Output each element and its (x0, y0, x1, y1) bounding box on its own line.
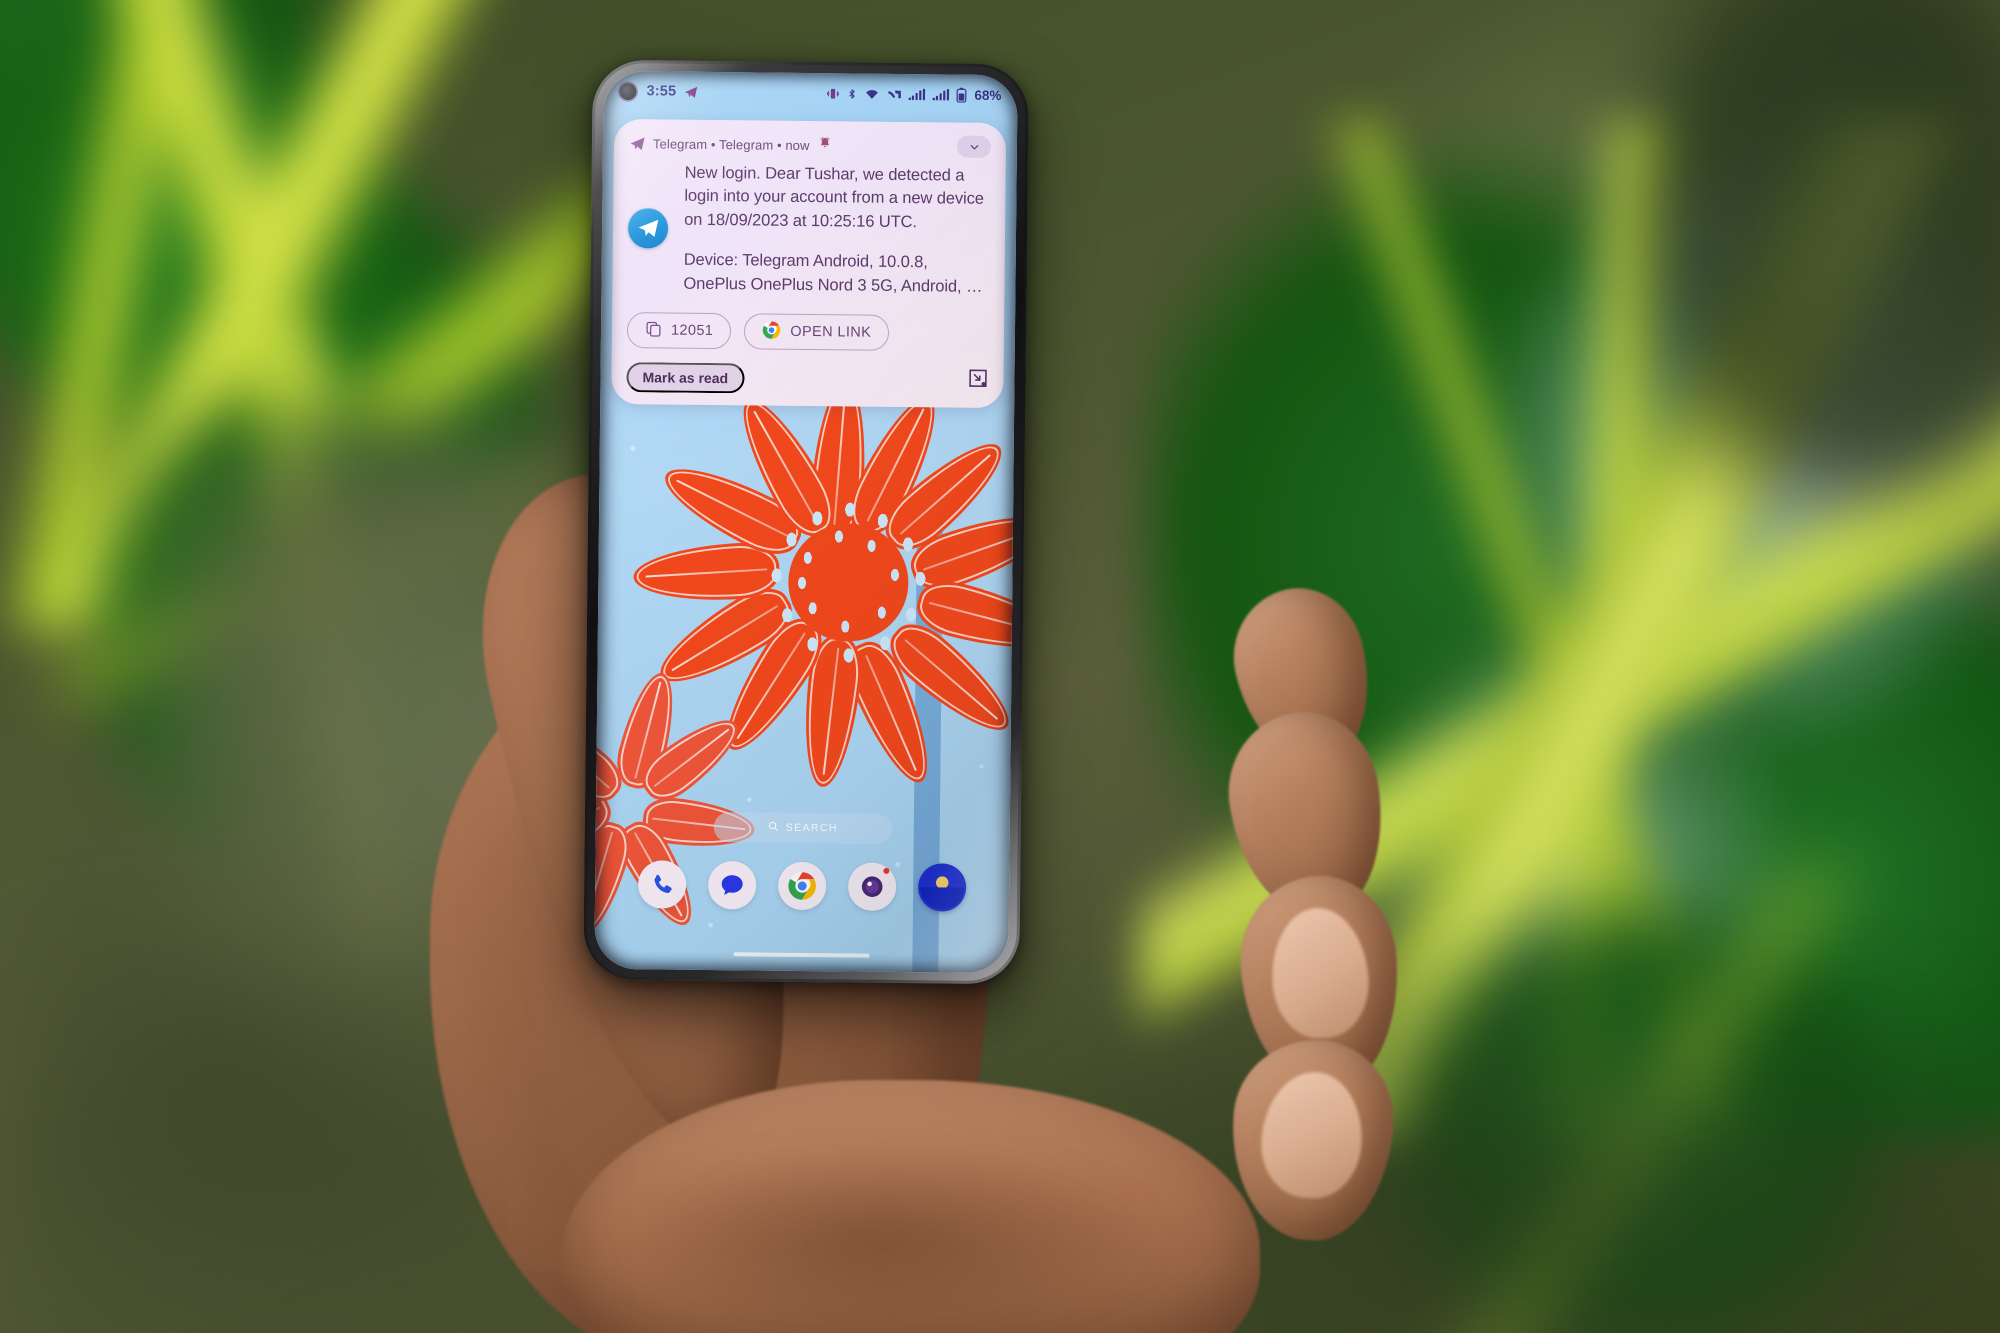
status-bar: 3:55 68% (603, 71, 1017, 115)
search-label: SEARCH (785, 821, 838, 835)
bluetooth-icon (846, 87, 857, 100)
battery-icon (956, 87, 967, 103)
wifi-calling-icon (886, 87, 901, 100)
signal-sim2-icon (932, 88, 950, 101)
messages-app-icon[interactable] (707, 860, 757, 910)
open-link-button[interactable]: OPEN LINK (744, 313, 890, 351)
notification-body: New login. Dear Tushar, we detected a lo… (627, 160, 990, 299)
wifi-icon (864, 87, 879, 100)
notification-text: New login. Dear Tushar, we detected a lo… (683, 161, 990, 299)
notification-avatar-slot (627, 160, 684, 296)
notification-card[interactable]: Telegram • Telegram • now New login. Dea… (611, 118, 1007, 409)
copy-code-label: 12051 (670, 322, 714, 340)
camera-app-icon[interactable] (847, 862, 897, 911)
photo-scene: 3:55 68% Telegram • Telegram • now New l… (0, 0, 2000, 1333)
notification-actions: 12051 OPEN LINK (626, 312, 989, 352)
signal-sim1-icon (908, 88, 926, 101)
telegram-avatar-icon (627, 207, 669, 249)
telegram-icon (629, 135, 646, 152)
weather-app-icon[interactable] (917, 863, 967, 912)
notification-device-info: Device: Telegram Android, 10.0.8, OnePlu… (683, 250, 983, 296)
vibrate-icon (826, 87, 839, 100)
flower-center-dots (757, 492, 942, 675)
mark-as-read-button[interactable]: Mark as read (626, 362, 745, 394)
front-camera-punch-hole (619, 82, 637, 100)
copy-icon (645, 320, 662, 341)
phone-screen[interactable]: 3:55 68% Telegram • Telegram • now New l… (594, 70, 1018, 974)
notification-header-label: Telegram • Telegram • now (652, 135, 810, 153)
status-bar-spacer (705, 92, 819, 93)
camera-notification-badge (883, 867, 890, 874)
dock (595, 855, 1010, 917)
battery-percent-label: 68% (974, 87, 1002, 103)
search-bar[interactable]: SEARCH (713, 812, 892, 844)
open-link-label: OPEN LINK (790, 323, 872, 341)
palm-shadow (600, 1150, 1160, 1330)
chevron-down-icon[interactable] (956, 135, 992, 158)
open-in-floating-window-icon[interactable] (967, 368, 988, 394)
bell-alert-icon (817, 136, 831, 155)
search-icon (768, 819, 779, 837)
notification-footer: Mark as read (626, 362, 988, 396)
smartphone: 3:55 68% Telegram • Telegram • now New l… (583, 59, 1029, 985)
telegram-icon (683, 84, 698, 99)
phone-app-icon[interactable] (637, 860, 687, 909)
notification-message: New login. Dear Tushar, we detected a lo… (684, 163, 984, 231)
notification-header: Telegram • Telegram • now (629, 132, 992, 158)
copy-code-button[interactable]: 12051 (626, 312, 732, 350)
chrome-icon (762, 320, 781, 343)
status-bar-clock: 3:55 (646, 83, 677, 100)
chrome-app-icon[interactable] (777, 861, 827, 911)
